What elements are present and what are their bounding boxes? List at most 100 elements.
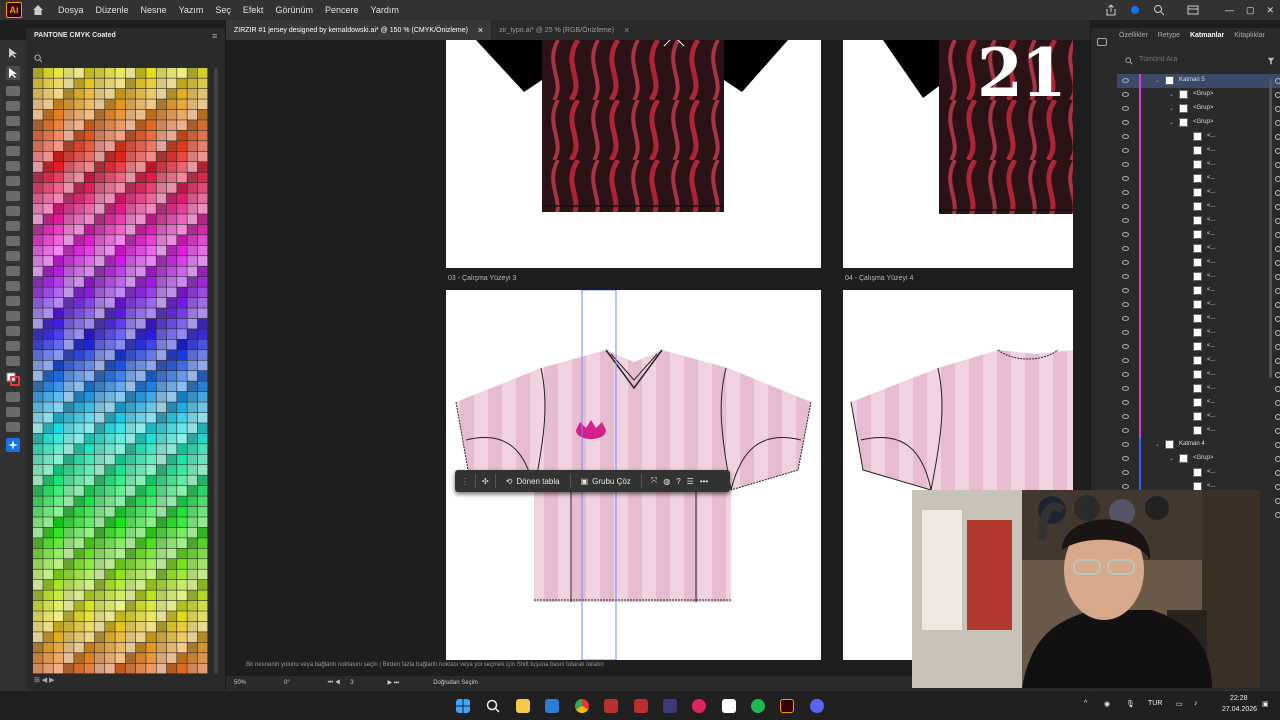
target-circle-icon[interactable] [1275,498,1280,504]
layer-row[interactable]: <... [1117,242,1280,256]
visibility-eye-icon[interactable] [1122,358,1129,363]
file-explorer-icon[interactable] [516,699,530,713]
app-icon-2[interactable] [634,699,648,713]
layer-row[interactable]: <... [1117,144,1280,158]
tray-mic-icon[interactable]: 🎙︎ [1126,700,1135,708]
menu-dosya[interactable]: Dosya [52,5,90,15]
target-circle-icon[interactable] [1275,232,1280,238]
visibility-eye-icon[interactable] [1122,162,1129,167]
home-icon[interactable] [32,4,44,16]
target-circle-icon[interactable] [1275,456,1280,462]
layer-row[interactable]: <... [1117,410,1280,424]
layer-row[interactable]: <... [1117,158,1280,172]
app-icon-3[interactable] [663,699,677,713]
panel-menu-icon[interactable]: ≡ [212,31,217,41]
expand-chevron-icon[interactable]: ⌄ [1169,91,1174,98]
tray-notification-icon[interactable]: ▣ [1262,700,1269,708]
panel-scrollbar[interactable] [214,68,218,674]
layer-row[interactable]: <... [1117,256,1280,270]
selection-tool-icon[interactable] [6,46,20,60]
chrome-icon[interactable] [575,699,589,713]
pen-tool-icon[interactable] [6,176,20,186]
more-options-icon[interactable]: ••• [697,477,711,486]
layers-scrollbar[interactable] [1269,78,1272,378]
tab-zir-typo[interactable]: zir_typo.ai* @ 25 % (RGB/Önizleme) × [491,20,637,40]
artboard-2[interactable]: 21 [843,40,1073,268]
target-circle-icon[interactable] [1275,442,1280,448]
target-circle-icon[interactable] [1275,176,1280,182]
lasso-tool-icon[interactable] [6,86,20,96]
photos-icon[interactable] [545,699,559,713]
artboard-3-label[interactable]: 03 - Çalışma Yüzeyi 3 [448,275,516,282]
menu-gorunum[interactable]: Görünüm [269,5,319,15]
visibility-eye-icon[interactable] [1122,148,1129,153]
target-circle-icon[interactable] [1275,414,1280,420]
swatch-search-icon[interactable] [34,54,43,63]
target-circle-icon[interactable] [1275,190,1280,196]
shape-builder-icon[interactable] [6,146,20,156]
eraser-tool-icon[interactable] [6,191,20,201]
menu-sec[interactable]: Seç [209,5,237,15]
discover-icon[interactable] [1129,4,1141,16]
layer-row[interactable]: ⌄ Katman 5 [1117,74,1280,88]
target-circle-icon[interactable] [1275,484,1280,490]
layer-row[interactable]: <... [1117,130,1280,144]
layer-row[interactable]: <... [1117,396,1280,410]
target-circle-icon[interactable] [1275,288,1280,294]
visibility-eye-icon[interactable] [1122,190,1129,195]
target-circle-icon[interactable] [1275,120,1280,126]
layer-row[interactable]: <... [1117,466,1280,480]
tray-date[interactable]: 27.04.2026 [1222,706,1257,713]
layer-row[interactable]: <... [1117,228,1280,242]
search-icon[interactable] [1153,4,1165,16]
recolor-icon[interactable]: ◍ [660,477,673,486]
taskbar-search-icon[interactable] [486,699,500,713]
target-circle-icon[interactable] [1275,386,1280,392]
target-circle-icon[interactable] [1275,274,1280,280]
target-circle-icon[interactable] [1275,106,1280,112]
more-tools-icon[interactable] [6,422,20,432]
app-icon-1[interactable] [604,699,618,713]
illustrator-taskbar-icon[interactable] [780,699,794,713]
brush-tool-icon[interactable] [6,206,20,216]
screen-mode-icon[interactable] [6,407,20,417]
visibility-eye-icon[interactable] [1122,456,1129,461]
tray-network-icon[interactable]: ▭ [1176,700,1183,708]
spotify-icon[interactable] [751,699,765,713]
visibility-eye-icon[interactable] [1122,344,1129,349]
layer-row[interactable]: <... [1117,284,1280,298]
target-circle-icon[interactable] [1275,470,1280,476]
target-circle-icon[interactable] [1275,260,1280,266]
visibility-eye-icon[interactable] [1122,316,1129,321]
visibility-eye-icon[interactable] [1122,92,1129,97]
layer-row[interactable]: <... [1117,172,1280,186]
visibility-eye-icon[interactable] [1122,288,1129,293]
generative-tool-icon[interactable] [6,438,20,452]
target-circle-icon[interactable] [1275,134,1280,140]
layer-row[interactable]: <... [1117,326,1280,340]
artboard-1[interactable] [446,40,821,268]
workspace-icon[interactable] [1187,4,1199,16]
layer-row[interactable]: <... [1117,298,1280,312]
menu-duzenle[interactable]: Düzenle [90,5,135,15]
layer-row[interactable]: <... [1117,214,1280,228]
rotate-table-button[interactable]: ⟲ Dönen tabla [502,477,564,486]
target-circle-icon[interactable] [1275,358,1280,364]
visibility-eye-icon[interactable] [1122,470,1129,475]
target-circle-icon[interactable] [1275,428,1280,434]
ellipse-tool-icon[interactable] [6,131,20,141]
help-icon[interactable]: ? [673,477,683,486]
direct-selection-tool-icon[interactable] [6,66,20,80]
layer-row[interactable]: <... [1117,340,1280,354]
layer-row[interactable]: <... [1117,312,1280,326]
layer-row[interactable]: <... [1117,186,1280,200]
target-circle-icon[interactable] [1275,400,1280,406]
zoom-level[interactable]: 50% [234,680,246,686]
target-circle-icon[interactable] [1275,512,1280,518]
tray-time[interactable]: 22:28 [1230,695,1248,702]
visibility-eye-icon[interactable] [1122,372,1129,377]
tab-katmanlar[interactable]: Katmanlar [1190,32,1224,39]
menu-efekt[interactable]: Efekt [237,5,270,15]
visibility-eye-icon[interactable] [1122,120,1129,125]
visibility-eye-icon[interactable] [1122,428,1129,433]
